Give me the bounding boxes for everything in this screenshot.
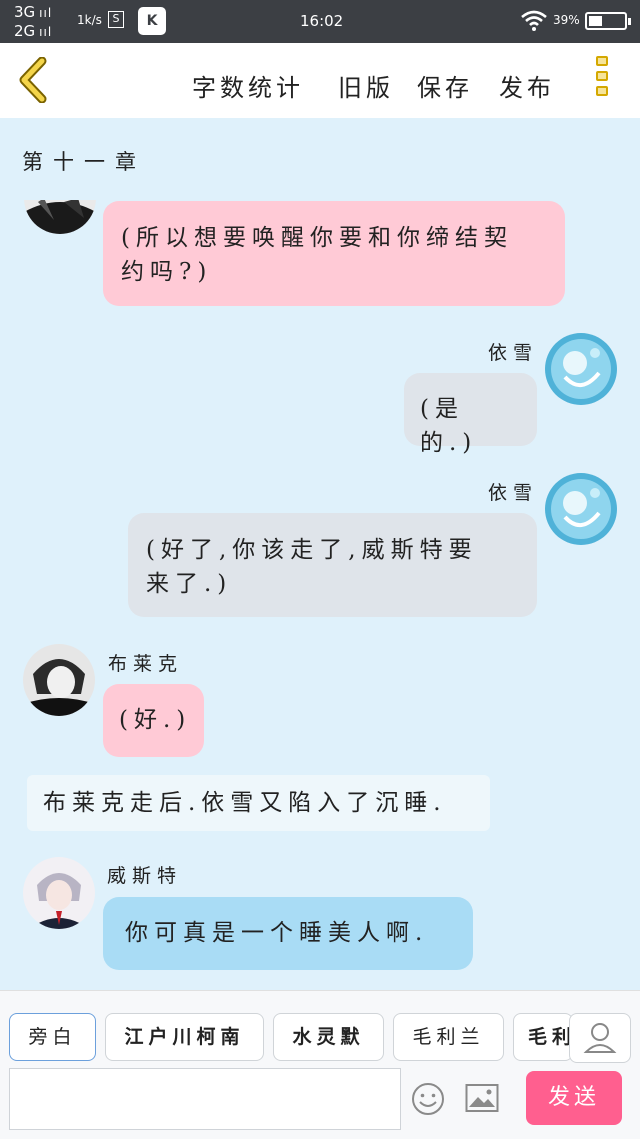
clock: 16:02 xyxy=(300,12,344,30)
message-bubble: (好了,你该走了,威斯特要 来了.) xyxy=(128,513,537,617)
image-icon[interactable] xyxy=(465,1083,499,1113)
gift-notification-icon: K xyxy=(138,7,166,35)
character-chip[interactable]: 水灵默 xyxy=(273,1013,384,1061)
compose-panel: 旁白 江户川柯南 水灵默 毛利兰 毛利 发送 xyxy=(0,990,640,1139)
battery-icon xyxy=(585,12,631,30)
status-bar: 3G ııl 2G ııl 1k/s S K 16:02 39% xyxy=(0,0,640,43)
editor-toolbar: 字数统计 旧版 保存 发布 xyxy=(0,43,640,118)
back-chevron-icon[interactable] xyxy=(16,57,50,103)
publish-button[interactable]: 发布 xyxy=(499,68,555,103)
character-chip[interactable]: 江户川柯南 xyxy=(105,1013,264,1061)
signal-3g: 3G ııl xyxy=(14,3,53,21)
user-icon[interactable] xyxy=(569,1013,631,1063)
avatar-weste[interactable] xyxy=(23,857,95,929)
narration-bubble: 布莱克走后.依雪又陷入了沉睡. xyxy=(27,775,490,831)
chapter-title: 第十一章 xyxy=(22,150,146,174)
signal-2g: 2G ııl xyxy=(14,22,53,40)
message-input[interactable] xyxy=(9,1068,401,1130)
speaker-name: 布莱克 xyxy=(108,653,184,675)
character-chip[interactable]: 毛利兰 xyxy=(393,1013,504,1061)
avatar-black[interactable] xyxy=(23,644,95,716)
character-chip[interactable]: 旁白 xyxy=(9,1013,96,1061)
speaker-name: 依雪 xyxy=(488,482,539,504)
save-button[interactable]: 保存 xyxy=(417,68,473,103)
old-version-button[interactable]: 旧版 xyxy=(338,68,394,103)
send-button[interactable]: 发送 xyxy=(526,1071,622,1125)
app-notification-icon: S xyxy=(108,11,124,28)
message-bubble: (好.) xyxy=(103,684,204,757)
character-chip[interactable]: 毛利 xyxy=(513,1013,573,1061)
message-bubble: (所以想要唤醒你要和你缔结契 约吗?) xyxy=(103,201,565,306)
avatar-yixue[interactable] xyxy=(545,333,617,405)
speaker-name: 依雪 xyxy=(488,342,539,364)
speaker-name: 威斯特 xyxy=(107,865,183,887)
avatar-yixue[interactable] xyxy=(545,473,617,545)
battery-level xyxy=(589,16,603,26)
wifi-icon xyxy=(521,10,547,31)
message-bubble: (是的.) xyxy=(404,373,537,456)
word-count-button[interactable]: 字数统计 xyxy=(192,68,304,103)
smile-icon[interactable] xyxy=(410,1081,446,1117)
message-bubble: 你可真是一个睡美人啊. xyxy=(103,897,473,970)
more-menu-icon[interactable] xyxy=(596,56,610,106)
battery-percent: 39% xyxy=(553,13,580,27)
net-speed: 1k/s xyxy=(77,13,102,27)
